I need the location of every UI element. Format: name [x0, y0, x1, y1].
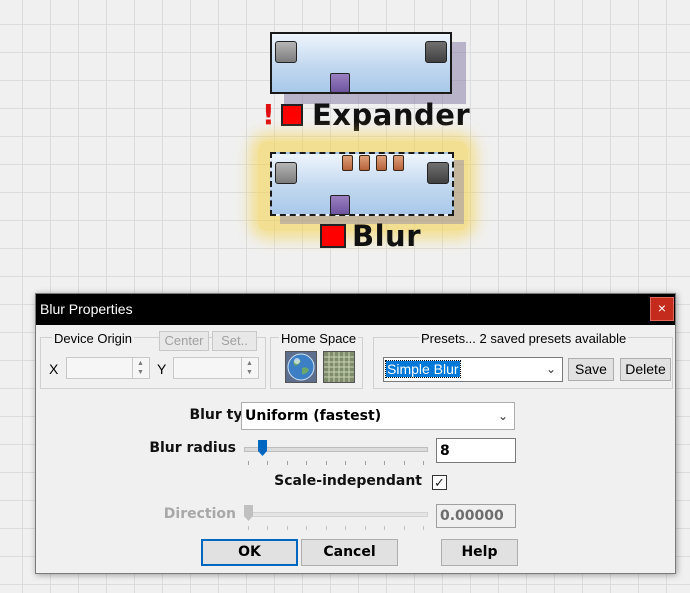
slider-tick — [306, 461, 307, 465]
node-label[interactable]: Blur — [352, 219, 421, 253]
slider-tick — [345, 461, 346, 465]
chevron-down-icon: ⌄ — [497, 409, 508, 423]
slider-tick — [267, 526, 268, 530]
slider-tick — [248, 526, 249, 530]
output-port[interactable] — [425, 41, 447, 63]
slider-tick — [326, 461, 327, 465]
slider-tick — [423, 526, 424, 530]
blur-properties-dialog: Blur Properties × Device Origin Center S… — [35, 293, 676, 574]
slider-thumb[interactable] — [258, 440, 267, 456]
parameter-port[interactable] — [342, 155, 353, 171]
spin-up-icon[interactable]: ▲ — [137, 360, 144, 367]
node-label[interactable]: Expander — [312, 98, 470, 132]
scale-independant-checkbox[interactable]: ✓ — [432, 475, 447, 490]
presets-label: Presets... 2 saved presets available — [419, 331, 629, 346]
x-label: X — [49, 361, 59, 377]
checkmark-icon: ✓ — [434, 475, 445, 490]
y-spin-arrows[interactable]: ▲ ▼ — [241, 358, 258, 378]
scale-independant-label: Scale-independant — [274, 473, 422, 489]
slider-track — [244, 447, 428, 452]
blur-radius-slider[interactable] — [244, 439, 428, 467]
blur-type-select[interactable]: Uniform (fastest) ⌄ — [241, 402, 515, 430]
input-port[interactable] — [275, 162, 297, 184]
dialog-title: Blur Properties — [40, 301, 133, 317]
slider-tick — [365, 461, 366, 465]
y-label: Y — [157, 361, 167, 377]
grid-button[interactable] — [323, 351, 355, 383]
slider-track — [244, 512, 428, 517]
status-indicator[interactable] — [281, 104, 303, 126]
output-port[interactable] — [427, 162, 449, 184]
y-stepper[interactable]: ▲ ▼ — [173, 357, 259, 379]
globe-icon — [287, 353, 315, 381]
ok-button[interactable]: OK — [201, 539, 298, 566]
status-indicator[interactable] — [320, 224, 346, 248]
blur-node-body[interactable] — [270, 152, 454, 216]
direction-input[interactable] — [436, 504, 516, 528]
blur-type-value: Uniform (fastest) — [245, 408, 382, 424]
cancel-button[interactable]: Cancel — [301, 539, 398, 566]
spin-down-icon[interactable]: ▼ — [137, 369, 144, 376]
slider-thumb[interactable] — [244, 505, 253, 521]
spin-down-icon[interactable]: ▼ — [246, 369, 253, 376]
slider-tick — [287, 526, 288, 530]
set-button[interactable]: Set.. — [212, 331, 257, 351]
slider-tick — [326, 526, 327, 530]
input-port[interactable] — [275, 41, 297, 63]
device-origin-label: Device Origin — [52, 331, 135, 346]
blur-radius-label: Blur radius — [149, 440, 236, 456]
delete-preset-button[interactable]: Delete — [620, 358, 671, 381]
slider-tick — [423, 461, 424, 465]
slider-tick — [404, 526, 405, 530]
preset-selected-value: Simple Blur — [385, 360, 461, 378]
close-button[interactable]: × — [650, 297, 674, 321]
help-button[interactable]: Help — [441, 539, 518, 566]
slider-tick — [404, 461, 405, 465]
slider-tick — [365, 526, 366, 530]
expander-node-body[interactable] — [270, 32, 452, 94]
x-stepper[interactable]: ▲ ▼ — [66, 357, 150, 379]
slider-tick — [345, 526, 346, 530]
parameter-port[interactable] — [393, 155, 404, 171]
direction-slider[interactable] — [244, 504, 428, 532]
slider-tick — [248, 461, 249, 465]
center-button[interactable]: Center — [159, 331, 209, 351]
slider-tick — [306, 526, 307, 530]
slider-tick — [384, 526, 385, 530]
mask-port[interactable] — [330, 73, 350, 93]
save-preset-button[interactable]: Save — [568, 358, 614, 381]
slider-tick — [267, 461, 268, 465]
warning-icon: ! — [262, 98, 275, 131]
x-spin-arrows[interactable]: ▲ ▼ — [132, 358, 149, 378]
parameter-port[interactable] — [359, 155, 370, 171]
globe-button[interactable] — [285, 351, 317, 383]
close-icon: × — [657, 300, 667, 316]
home-space-label: Home Space — [279, 331, 359, 346]
spin-up-icon[interactable]: ▲ — [246, 360, 253, 367]
direction-label: Direction — [163, 506, 236, 522]
title-bar[interactable]: Blur Properties × — [36, 294, 675, 325]
slider-tick — [287, 461, 288, 465]
chevron-down-icon: ⌄ — [545, 362, 556, 376]
mask-port[interactable] — [330, 195, 350, 215]
slider-tick — [384, 461, 385, 465]
blur-radius-input[interactable] — [436, 438, 516, 463]
grid-icon — [324, 352, 354, 382]
preset-select[interactable]: Simple Blur ⌄ — [383, 357, 563, 382]
parameter-port[interactable] — [376, 155, 387, 171]
